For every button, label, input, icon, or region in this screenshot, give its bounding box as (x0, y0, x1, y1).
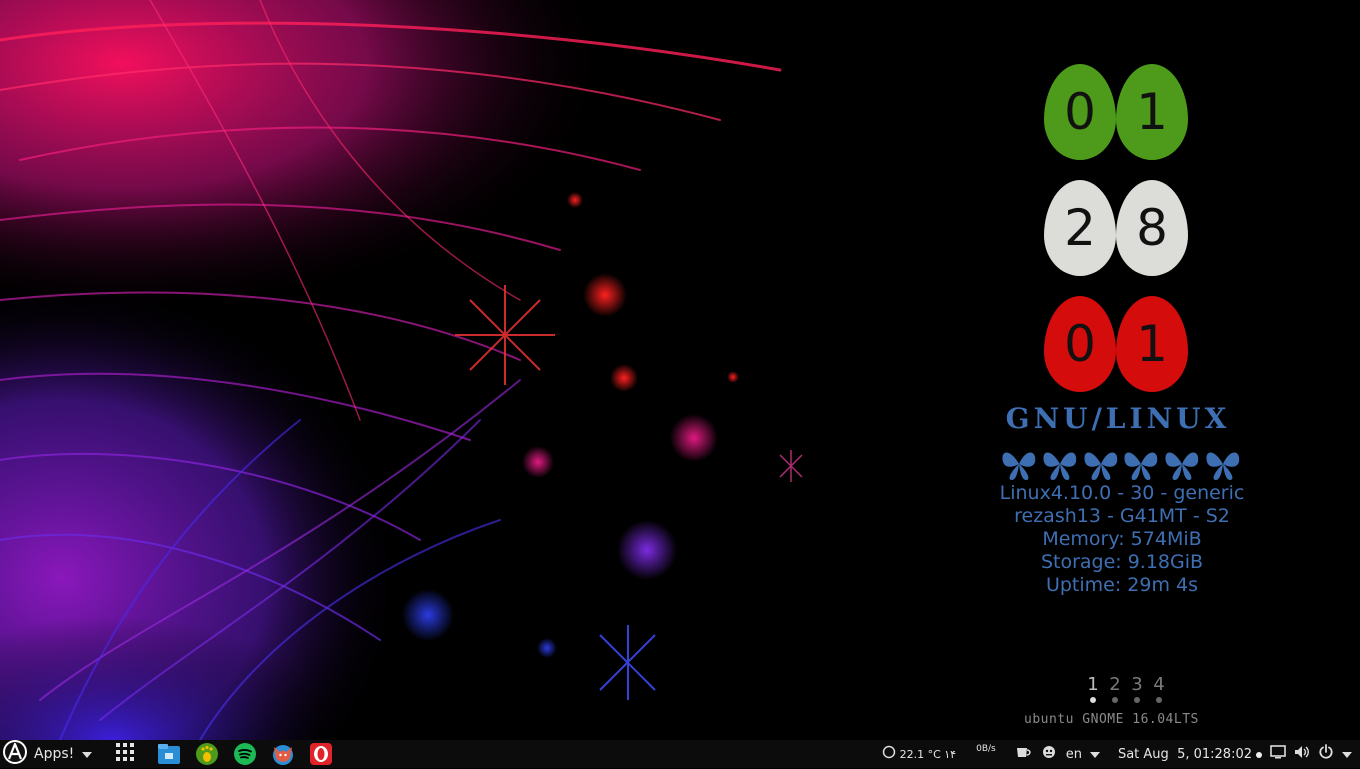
chevron-down-icon (82, 747, 93, 762)
kernel-version: Linux4.10.0 - 30 - generic (999, 482, 1245, 504)
workspace-dot (1156, 697, 1162, 703)
second-digit-1: 0 (1044, 296, 1116, 392)
chevron-down-icon[interactable] (1342, 747, 1352, 762)
workspace-3[interactable]: 3 (1130, 674, 1144, 703)
keyboard-layout-icon[interactable] (1040, 744, 1058, 764)
butterfly-icon (1122, 446, 1160, 486)
clock-minutes: 2 8 (1044, 180, 1188, 276)
weather-indicator[interactable]: 22.1 °C ۱۴ (882, 745, 956, 763)
sun-icon (882, 745, 896, 763)
workspace-1[interactable]: 1 (1086, 674, 1100, 703)
opera-icon[interactable] (308, 741, 334, 767)
volume-icon[interactable] (1294, 745, 1310, 763)
workspace-dot (1134, 697, 1140, 703)
taskbar: Apps! 22.1 °C ۱۴ 0B/s en Sat Aug 5, 01:2… (0, 740, 1360, 768)
storage-usage: Storage: 9.18GiB (1040, 551, 1204, 573)
clock-hours: 0 1 (1044, 64, 1188, 160)
butterfly-icon (1204, 446, 1242, 486)
chevron-down-icon[interactable] (1089, 747, 1100, 762)
workspace-number: 4 (1153, 674, 1165, 695)
apps-menu-button[interactable]: Apps! (2, 739, 93, 769)
coffee-cup-icon[interactable] (1016, 745, 1032, 763)
workspace-switcher: 1 2 3 4 (1086, 674, 1166, 703)
clock-seconds: 0 1 (1044, 296, 1188, 392)
gnome-foot-icon[interactable] (194, 741, 220, 767)
memory-usage: Memory: 574MiB (1042, 528, 1202, 550)
host-name: rezash13 - G41MT - S2 (1014, 505, 1230, 527)
date-time[interactable]: Sat Aug 5, 01:28:02 (1118, 747, 1252, 762)
app-grid-icon[interactable] (116, 743, 135, 765)
display-icon[interactable] (1270, 745, 1286, 763)
workspace-number: 2 (1109, 674, 1121, 695)
distro-label: ubuntu GNOME 16.04LTS (1024, 712, 1199, 727)
weather-text: 22.1 °C ۱۴ (899, 747, 957, 761)
workspace-4[interactable]: 4 (1152, 674, 1166, 703)
butterfly-row (1000, 446, 1242, 486)
workspace-2[interactable]: 2 (1108, 674, 1122, 703)
notification-dot-icon (1256, 747, 1262, 762)
hour-digit-2: 1 (1116, 64, 1188, 160)
uptime: Uptime: 29m 4s (1045, 574, 1199, 596)
workspace-number: 3 (1131, 674, 1143, 695)
workspace-dot (1090, 697, 1096, 703)
butterfly-icon (1082, 446, 1120, 486)
minute-digit-2: 8 (1116, 180, 1188, 276)
butterfly-icon (1041, 446, 1079, 486)
power-icon[interactable] (1318, 744, 1334, 764)
system-info: Linux4.10.0 - 30 - generic rezash13 - G4… (990, 482, 1254, 597)
browser-fox-icon[interactable] (270, 741, 296, 767)
hour-digit-1: 0 (1044, 64, 1116, 160)
network-speed[interactable]: 0B/s (976, 744, 996, 754)
gnu-linux-title: GNU/LINUX (1005, 402, 1231, 435)
language-indicator[interactable]: en (1066, 747, 1082, 762)
apps-label: Apps! (34, 746, 75, 762)
minute-digit-1: 2 (1044, 180, 1116, 276)
workspace-dot (1112, 697, 1118, 703)
system-tray: 22.1 °C ۱۴ 0B/s en Sat Aug 5, 01:28:02 (882, 740, 1360, 768)
files-icon[interactable] (156, 741, 182, 767)
butterfly-icon (1163, 446, 1201, 486)
arch-a-icon (2, 739, 28, 769)
butterfly-icon (1000, 446, 1038, 486)
second-digit-2: 1 (1116, 296, 1188, 392)
workspace-number: 1 (1087, 674, 1099, 695)
spotify-icon[interactable] (232, 741, 258, 767)
